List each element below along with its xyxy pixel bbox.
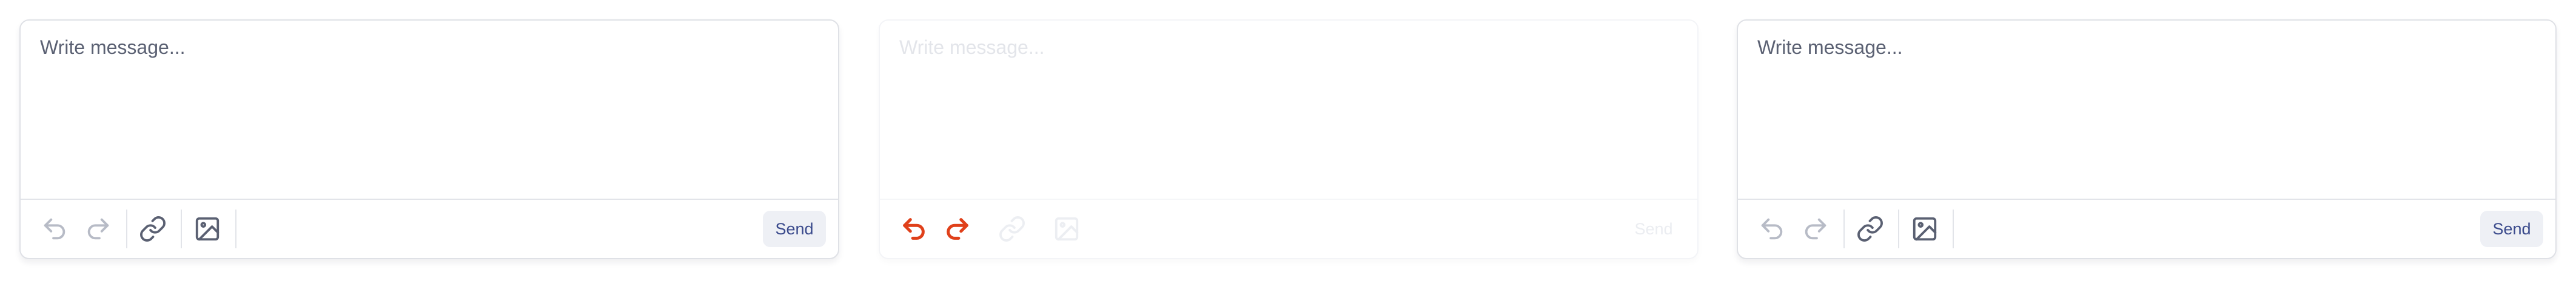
redo-icon[interactable] [1799, 212, 1833, 246]
send-button[interactable]: Send [2480, 211, 2543, 247]
toolbar-divider [126, 210, 127, 248]
toolbar-divider [1898, 210, 1899, 248]
toolbar-divider [1095, 210, 1096, 248]
undo-icon[interactable] [1755, 212, 1789, 246]
composer-toolbar: Send [880, 199, 1697, 258]
image-icon[interactable] [1908, 212, 1942, 246]
composer-toolbar: Send [1738, 199, 2555, 258]
toolbar-divider [985, 210, 987, 248]
link-icon[interactable] [1853, 212, 1887, 246]
image-icon[interactable] [190, 212, 224, 246]
toolbar-divider [1843, 210, 1845, 248]
toolbar-divider [235, 210, 236, 248]
message-input[interactable]: Write message... [1757, 34, 1902, 61]
message-input[interactable]: Write message... [40, 34, 185, 61]
send-button[interactable]: Send [763, 211, 826, 247]
composer-toolbar: Send [21, 199, 838, 258]
undo-icon[interactable] [38, 212, 72, 246]
send-button[interactable]: Send [1622, 211, 1685, 247]
message-composer-1: Write message... Send [19, 19, 839, 259]
redo-icon[interactable] [941, 212, 974, 246]
toolbar-divider [1040, 210, 1041, 248]
message-composer-3: Write message... Send [1737, 19, 2557, 259]
link-icon[interactable] [995, 212, 1029, 246]
toolbar-divider [1953, 210, 1954, 248]
redo-icon[interactable] [81, 212, 115, 246]
message-input[interactable]: Write message... [899, 34, 1044, 61]
link-icon[interactable] [136, 212, 170, 246]
stage: Write message... Send Write message... S… [0, 0, 2576, 281]
message-composer-2: Write message... Send [879, 19, 1699, 259]
undo-icon[interactable] [897, 212, 931, 246]
toolbar-divider [181, 210, 182, 248]
image-icon[interactable] [1050, 212, 1084, 246]
